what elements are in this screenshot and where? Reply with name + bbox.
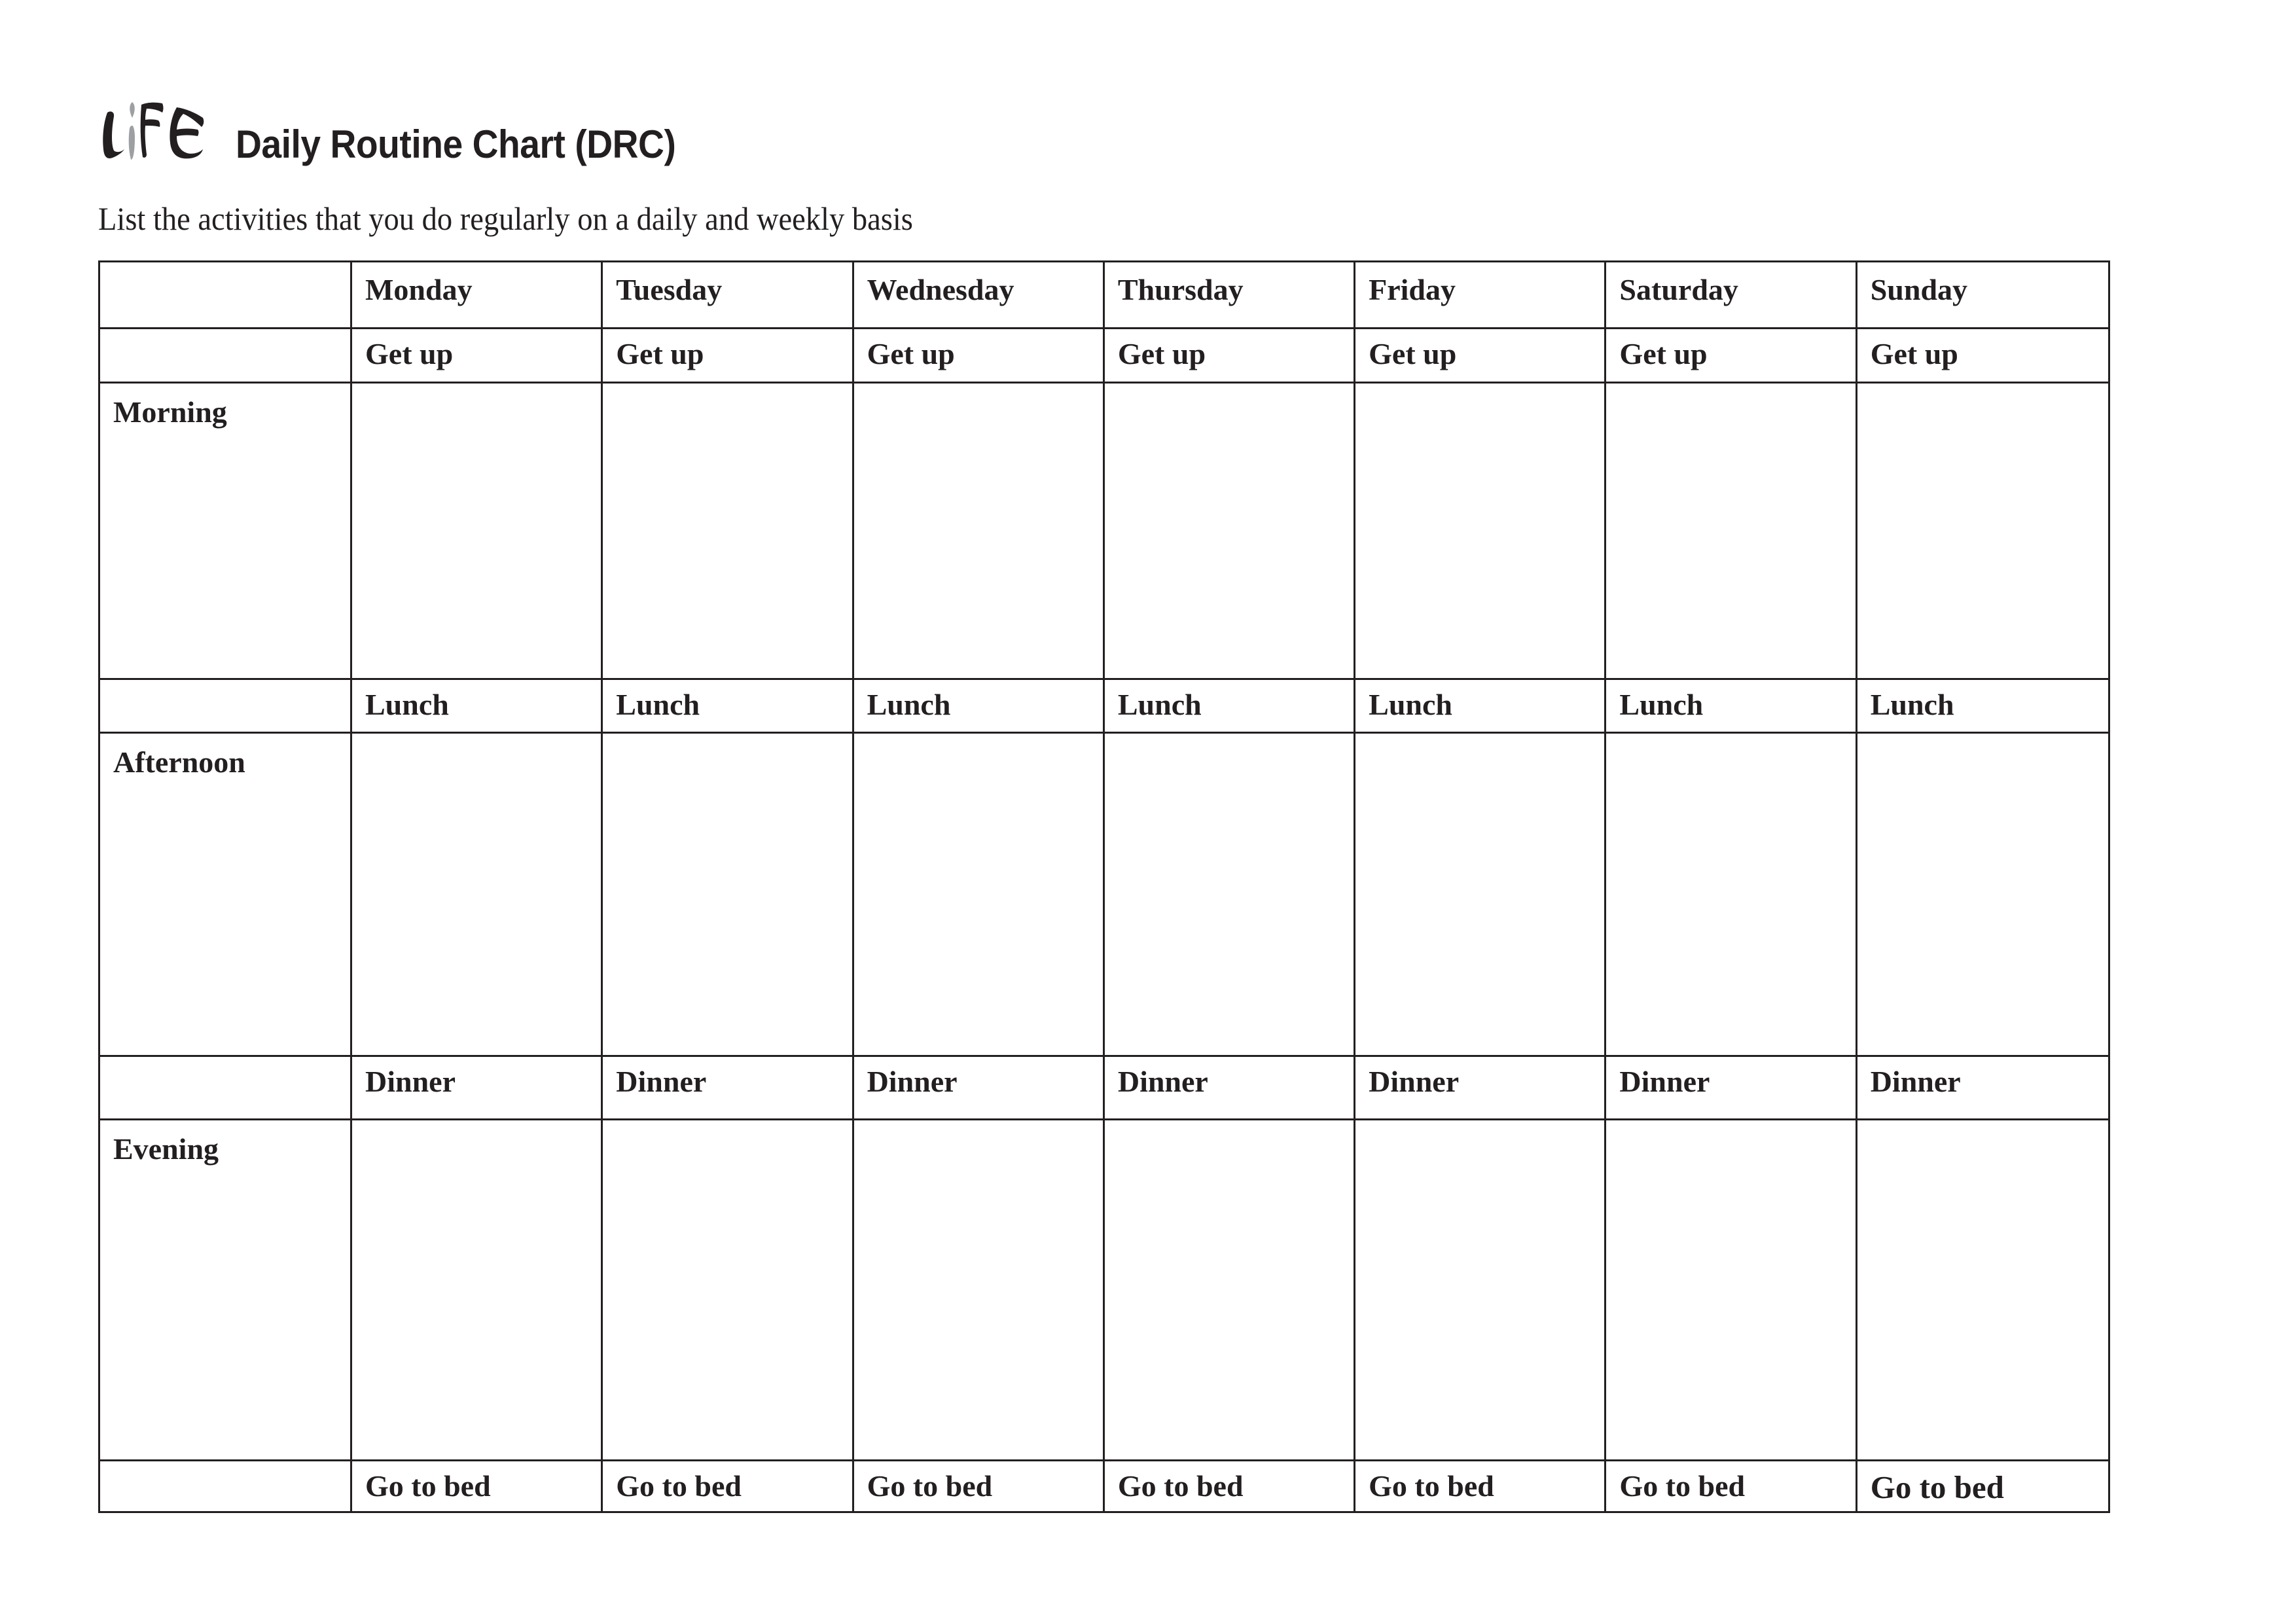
milestone-cell-dinner: Dinner: [352, 1057, 603, 1120]
day-header-thursday: Thursday: [1104, 262, 1356, 329]
milestone-cell-dinner: Dinner: [1104, 1057, 1356, 1120]
entry-cell-evening-tuesday[interactable]: [603, 1120, 854, 1461]
milestone-cell-get-up: Get up: [1857, 329, 2108, 383]
row-label-dinner: [100, 1057, 352, 1120]
entry-cell-afternoon-monday[interactable]: [352, 734, 603, 1057]
milestone-cell-lunch: Lunch: [352, 680, 603, 734]
milestone-cell-lunch: Lunch: [1606, 680, 1857, 734]
day-header-sunday: Sunday: [1857, 262, 2108, 329]
milestone-cell-go-to-bed: Go to bed: [1105, 1461, 1356, 1511]
logo-letter-i-dot: [130, 102, 135, 118]
entry-cell-morning-wednesday[interactable]: [853, 383, 1105, 680]
row-label-lunch: [100, 680, 352, 734]
page-instructions: List the activities that you do regularl…: [98, 200, 913, 237]
entry-cell-afternoon-sunday[interactable]: [1857, 734, 2108, 1057]
entry-cell-evening-thursday[interactable]: [1104, 1120, 1356, 1461]
entry-cell-morning-thursday[interactable]: [1104, 383, 1356, 680]
milestone-cell-get-up: Get up: [1104, 329, 1356, 383]
logo-letter-f: [140, 102, 164, 158]
logo-letter-l: [103, 111, 124, 158]
entry-cell-evening-monday[interactable]: [352, 1120, 603, 1461]
logo-letter-i-stem: [128, 126, 135, 160]
entry-cell-evening-wednesday[interactable]: [853, 1120, 1105, 1461]
milestone-cell-lunch: Lunch: [1104, 680, 1356, 734]
entry-cell-morning-sunday[interactable]: [1857, 383, 2108, 680]
milestone-cell-get-up: Get up: [1606, 329, 1857, 383]
milestone-cell-lunch: Lunch: [853, 680, 1105, 734]
entry-cell-morning-tuesday[interactable]: [603, 383, 854, 680]
milestone-cell-dinner: Dinner: [853, 1057, 1105, 1120]
entry-cell-afternoon-thursday[interactable]: [1104, 734, 1356, 1057]
entry-cell-evening-saturday[interactable]: [1606, 1120, 1857, 1461]
day-header-tuesday: Tuesday: [603, 262, 854, 329]
milestone-cell-lunch: Lunch: [1857, 680, 2108, 734]
life-logo: [103, 102, 204, 160]
day-header-friday: Friday: [1355, 262, 1607, 329]
milestone-cell-get-up: Get up: [352, 329, 603, 383]
day-header-saturday: Saturday: [1606, 262, 1857, 329]
row-label-get-up: [100, 329, 352, 383]
entry-cell-morning-monday[interactable]: [352, 383, 603, 680]
milestone-cell-go-to-bed: Go to bed: [603, 1461, 854, 1511]
milestone-cell-go-to-bed: Go to bed: [352, 1461, 603, 1511]
row-label-go-to-bed: [100, 1461, 352, 1511]
milestone-cell-lunch: Lunch: [603, 680, 854, 734]
milestone-cell-dinner: Dinner: [1606, 1057, 1857, 1120]
milestone-cell-lunch: Lunch: [1355, 680, 1607, 734]
milestone-cell-dinner: Dinner: [1857, 1057, 2108, 1120]
entry-cell-afternoon-friday[interactable]: [1355, 734, 1607, 1057]
milestone-cell-go-to-bed: Go to bed: [1606, 1461, 1857, 1511]
period-label-afternoon: Afternoon: [100, 734, 352, 1057]
entry-cell-evening-sunday[interactable]: [1857, 1120, 2108, 1461]
day-header-wednesday: Wednesday: [853, 262, 1105, 329]
period-label-evening: Evening: [100, 1120, 352, 1461]
entry-cell-evening-friday[interactable]: [1355, 1120, 1607, 1461]
milestone-cell-get-up: Get up: [1355, 329, 1607, 383]
entry-cell-afternoon-saturday[interactable]: [1606, 734, 1857, 1057]
milestone-cell-dinner: Dinner: [603, 1057, 854, 1120]
entry-cell-afternoon-wednesday[interactable]: [853, 734, 1105, 1057]
logo-letter-e: [170, 107, 204, 159]
milestone-cell-get-up: Get up: [853, 329, 1105, 383]
milestone-cell-go-to-bed: Go to bed: [854, 1461, 1105, 1511]
milestone-cell-dinner: Dinner: [1355, 1057, 1607, 1120]
period-label-morning: Morning: [100, 383, 352, 680]
corner-cell: [100, 262, 352, 329]
entry-cell-morning-friday[interactable]: [1355, 383, 1607, 680]
routine-table: Monday Tuesday Wednesday Thursday Friday…: [98, 260, 2110, 1513]
entry-cell-morning-saturday[interactable]: [1606, 383, 1857, 680]
entry-cell-afternoon-tuesday[interactable]: [603, 734, 854, 1057]
milestone-cell-go-to-bed: Go to bed: [1870, 1469, 2004, 1505]
milestone-cell-go-to-bed: Go to bed: [1355, 1461, 1607, 1511]
page-title: Daily Routine Chart (DRC): [236, 122, 676, 166]
milestone-cell-get-up: Get up: [603, 329, 854, 383]
day-header-monday: Monday: [352, 262, 603, 329]
